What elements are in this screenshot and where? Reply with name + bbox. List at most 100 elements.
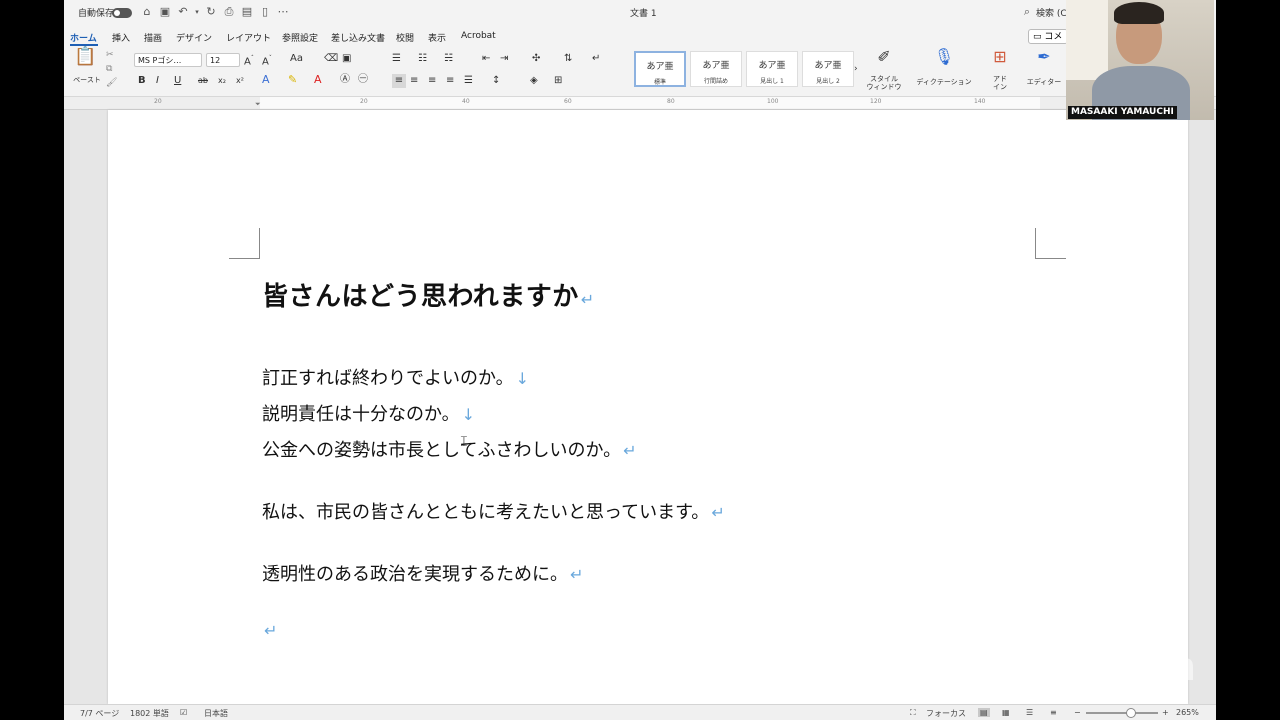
align-right-icon[interactable]: ≡ bbox=[428, 74, 436, 88]
focus-mode[interactable]: フォーカス bbox=[926, 708, 966, 719]
text-box-icon[interactable]: ▣ bbox=[342, 52, 351, 66]
tab-insert[interactable]: 挿入 bbox=[112, 31, 130, 44]
borders-icon[interactable]: ⊞ bbox=[554, 74, 562, 88]
microphone-icon[interactable]: 🎙 bbox=[932, 49, 956, 65]
addins-label-2[interactable]: イン bbox=[984, 83, 1016, 91]
horizontal-ruler[interactable]: 20 20 40 60 80 100 120 140 ⏷ bbox=[64, 97, 1216, 110]
cut-icon[interactable]: ✂ bbox=[106, 48, 114, 62]
decrease-indent-icon[interactable]: ⇤ bbox=[482, 52, 490, 66]
focus-icon[interactable]: ⛶ bbox=[910, 708, 916, 718]
align-center-icon[interactable]: ≡ bbox=[410, 74, 418, 88]
language[interactable]: 日本語 bbox=[204, 708, 228, 719]
web-layout-icon[interactable]: ▦ bbox=[1002, 708, 1010, 717]
font-size-select[interactable]: 12 bbox=[206, 53, 240, 67]
more-icon[interactable]: ⋯ bbox=[276, 5, 290, 19]
zoom-level[interactable]: 265% bbox=[1176, 708, 1199, 717]
document-line-4[interactable]: 私は、市民の皆さんとともに考えたいと思っています。 ↵ bbox=[262, 498, 725, 524]
style-window-label-2[interactable]: ウィンドウ bbox=[862, 83, 906, 91]
print-layout-icon[interactable]: ▤ bbox=[978, 708, 990, 717]
italic-button[interactable]: I bbox=[156, 74, 159, 88]
redo-icon[interactable]: ↻ bbox=[204, 5, 218, 19]
highlight-icon[interactable]: ✎ bbox=[288, 73, 297, 87]
font-name-select[interactable]: MS Pゴシ… bbox=[134, 53, 202, 67]
editor-label[interactable]: エディター bbox=[1022, 78, 1066, 86]
change-case-button[interactable]: Aa bbox=[290, 52, 303, 66]
document-line-2[interactable]: 説明責任は十分なのか。 ↓ bbox=[262, 400, 475, 426]
underline-button[interactable]: U bbox=[174, 74, 181, 88]
tab-home[interactable]: ホーム bbox=[70, 31, 97, 44]
superscript-button[interactable]: x² bbox=[236, 74, 244, 88]
line-spacing-icon[interactable]: ↕ bbox=[492, 74, 500, 88]
zoom-out-icon[interactable]: − bbox=[1074, 708, 1081, 717]
outline-view-icon[interactable]: ☰ bbox=[1026, 708, 1033, 717]
bold-button[interactable]: B bbox=[138, 74, 146, 88]
numbering-icon[interactable]: ☷ bbox=[418, 52, 427, 66]
document-line-1[interactable]: 訂正すれば終わりでよいのか。 ↓ bbox=[262, 364, 529, 390]
zoom-slider-thumb[interactable] bbox=[1126, 708, 1136, 718]
copy-icon[interactable]: ⧉ bbox=[106, 62, 112, 76]
indent-marker-icon[interactable]: ⏷ bbox=[255, 100, 261, 109]
zoom-slider[interactable] bbox=[1086, 712, 1158, 714]
tab-acrobat[interactable]: Acrobat bbox=[461, 31, 496, 41]
text-effects-icon[interactable]: A bbox=[262, 73, 270, 87]
style-heading-2[interactable]: あア亜 見出し 2 bbox=[802, 51, 854, 87]
tab-draw[interactable]: 描画 bbox=[144, 31, 162, 44]
shading-icon[interactable]: ◈ bbox=[530, 74, 538, 88]
justify-icon[interactable]: ≡ bbox=[446, 74, 454, 88]
format-painter-icon[interactable]: 🖌 bbox=[106, 76, 117, 90]
print-icon[interactable]: ⎙ bbox=[222, 5, 236, 19]
sort-icon[interactable]: ⇅ bbox=[564, 52, 572, 66]
document-canvas[interactable]: 皆さんはどう思われますか ↵ 訂正すれば終わりでよいのか。 ↓ 説明責任は十分なのか… bbox=[64, 110, 1216, 704]
addins-icon[interactable]: ⊞ bbox=[988, 49, 1012, 65]
search-icon[interactable]: ⌕ bbox=[1020, 5, 1034, 19]
paste-icon[interactable]: 📋 bbox=[74, 48, 96, 72]
document-page[interactable]: 皆さんはどう思われますか ↵ 訂正すれば終わりでよいのか。 ↓ 説明責任は十分なのか… bbox=[108, 110, 1188, 704]
asian-layout-icon[interactable]: ✣ bbox=[532, 52, 540, 66]
home-icon[interactable]: ⌂ bbox=[140, 5, 154, 19]
page-count[interactable]: 7/7 ページ bbox=[80, 708, 119, 719]
style-window-label-1[interactable]: スタイル bbox=[862, 75, 906, 83]
multilevel-list-icon[interactable]: ☵ bbox=[444, 52, 453, 66]
layout-icon[interactable]: ▤ bbox=[240, 5, 254, 19]
strikethrough-button[interactable]: ab bbox=[198, 74, 208, 88]
style-window-icon[interactable]: ✐ bbox=[872, 49, 896, 65]
style-normal[interactable]: あア亜 標準 bbox=[634, 51, 686, 87]
subscript-button[interactable]: x₂ bbox=[218, 74, 226, 88]
undo-icon[interactable]: ↶ bbox=[176, 5, 190, 19]
paste-label[interactable]: ペースト bbox=[70, 76, 104, 84]
document-empty-line[interactable]: ↵ bbox=[262, 620, 277, 641]
zoom-in-icon[interactable]: + bbox=[1162, 708, 1169, 717]
document-line-3[interactable]: 公金への姿勢は市長としてふさわしいのか。 ↵ bbox=[262, 436, 637, 462]
char-shading-icon[interactable]: Ⓐ bbox=[340, 73, 350, 87]
word-count[interactable]: 1802 単語 bbox=[130, 708, 169, 719]
tab-references[interactable]: 参照設定 bbox=[282, 31, 318, 44]
font-color-icon[interactable]: A bbox=[314, 73, 322, 87]
tab-layout[interactable]: レイアウト bbox=[226, 31, 271, 44]
increase-indent-icon[interactable]: ⇥ bbox=[500, 52, 508, 66]
styles-more-chevron-icon[interactable]: › bbox=[854, 62, 858, 76]
autosave-toggle[interactable] bbox=[112, 8, 132, 18]
comment-button[interactable]: ▭ コメ bbox=[1028, 29, 1068, 44]
bullets-icon[interactable]: ☰ bbox=[392, 52, 401, 66]
addins-label-1[interactable]: アド bbox=[984, 75, 1016, 83]
document-line-5[interactable]: 透明性のある政治を実現するために。 ↵ bbox=[262, 560, 583, 586]
dictation-label[interactable]: ディクテーション bbox=[910, 78, 978, 86]
proofing-icon[interactable]: ☑ bbox=[180, 708, 187, 717]
show-marks-icon[interactable]: ↵ bbox=[592, 52, 600, 66]
shrink-font-icon[interactable]: Aˇ bbox=[262, 52, 272, 69]
enclose-char-icon[interactable]: ㊀ bbox=[358, 73, 368, 87]
editor-icon[interactable]: ✒ bbox=[1032, 49, 1056, 65]
tab-mailings[interactable]: 差し込み文書 bbox=[331, 31, 385, 44]
document-heading[interactable]: 皆さんはどう思われますか ↵ bbox=[262, 276, 595, 313]
tab-review[interactable]: 校閲 bbox=[396, 31, 414, 44]
style-no-spacing[interactable]: あア亜 行間詰め bbox=[690, 51, 742, 87]
style-heading-1[interactable]: あア亜 見出し 1 bbox=[746, 51, 798, 87]
distribute-icon[interactable]: ☰ bbox=[464, 74, 473, 88]
tab-view[interactable]: 表示 bbox=[428, 31, 446, 44]
tab-design[interactable]: デザイン bbox=[176, 31, 212, 44]
new-document-icon[interactable]: ▯ bbox=[258, 5, 272, 19]
undo-dropdown-icon[interactable]: ▾ bbox=[190, 5, 204, 19]
save-icon[interactable]: ▣ bbox=[158, 5, 172, 19]
align-left-icon[interactable]: ≡ bbox=[392, 74, 406, 88]
grow-font-icon[interactable]: Aˆ bbox=[244, 52, 254, 69]
